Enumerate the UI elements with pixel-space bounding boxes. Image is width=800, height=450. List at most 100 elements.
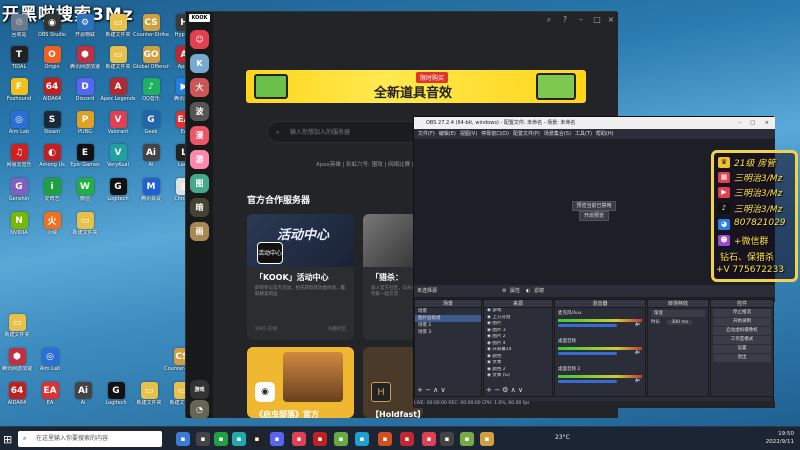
volume-slider[interactable]: [558, 352, 617, 355]
server-icon[interactable]: 漫: [190, 126, 209, 145]
desktop-icon[interactable]: ♲ 回收站: [2, 14, 36, 44]
filter-icon[interactable]: ◐: [526, 285, 530, 297]
minimize-icon[interactable]: –: [739, 117, 742, 129]
taskbar-app-icon[interactable]: ▪: [422, 432, 436, 446]
desktop-icon[interactable]: ♪ QQ音乐: [134, 78, 168, 108]
taskbar-search-input[interactable]: ⌕ 在这里输入你要搜索的内容: [18, 431, 162, 447]
taskbar-app-icon[interactable]: ▪: [214, 432, 228, 446]
desktop-icon[interactable]: Ai Ai: [66, 382, 100, 412]
desktop-icon[interactable]: G Logitech: [99, 382, 133, 412]
taskbar-app-icon[interactable]: ▪: [440, 432, 454, 446]
desktop-icon[interactable]: ▭ 新建文件夹: [0, 314, 34, 344]
taskbar-app-icon[interactable]: ▪: [400, 432, 414, 446]
desktop-icon[interactable]: ▭ 新建文件夹: [101, 46, 135, 76]
desktop-icon[interactable]: F Foxhound: [2, 78, 36, 108]
obs-menu-item[interactable]: 工具(T): [575, 131, 592, 137]
kook-home-icon[interactable]: ☺: [190, 30, 209, 49]
maximize-icon[interactable]: □: [591, 14, 603, 26]
desktop-icon[interactable]: ◐ Among Us: [35, 144, 69, 174]
obs-menu-item[interactable]: 视图(V): [460, 131, 477, 137]
speaker-icon[interactable]: 🔈: [635, 320, 642, 327]
transition-select[interactable]: 渐变: [651, 310, 705, 317]
system-tray-clock[interactable]: 19:50 2022/9/11: [766, 430, 794, 446]
desktop-icon[interactable]: G Genshin: [2, 178, 36, 208]
promo-banner[interactable]: 限时购买 全新道具音效: [246, 70, 586, 103]
volume-slider[interactable]: [558, 380, 617, 383]
popular-tags[interactable]: Apex英雄 | 彩虹六号: 围攻 | 网络比赛 | 追: [316, 160, 421, 168]
scene-item[interactable]: 场景 3: [415, 329, 481, 336]
desktop-icon[interactable]: CS Counter-Strike: [133, 14, 169, 44]
desktop-icon[interactable]: O Origin: [35, 46, 69, 76]
kook-games-button[interactable]: 游戏: [190, 380, 209, 399]
desktop-icon[interactable]: G Geek: [134, 111, 168, 141]
desktop-icon[interactable]: ⚙ 开源物联: [68, 14, 102, 44]
windows-start-icon[interactable]: ⊞: [3, 433, 12, 446]
taskbar-app-icon[interactable]: ▪: [313, 432, 327, 446]
control-button[interactable]: 停止推流: [713, 309, 771, 317]
taskbar-app-icon[interactable]: ▪: [460, 432, 474, 446]
obs-menu-item[interactable]: 场景集合(S): [544, 131, 571, 137]
obs-menu-item[interactable]: 停靠窗口(D): [481, 131, 509, 137]
add-scene-button[interactable]: + − ∧ ∨: [417, 386, 446, 394]
kook-user-avatar[interactable]: ◔: [190, 400, 209, 419]
obs-menu-item[interactable]: 配置文件(P): [513, 131, 540, 137]
taskbar-app-icon[interactable]: ▪: [270, 432, 284, 446]
server-icon[interactable]: 游: [190, 150, 209, 169]
desktop-icon[interactable]: ◎ Aim Lab: [33, 348, 67, 378]
desktop-icon[interactable]: 64 AIDA64: [0, 382, 34, 412]
control-button[interactable]: 开始录制: [713, 318, 771, 326]
source-item[interactable]: ◉ 文本 (G): [484, 373, 552, 380]
control-button[interactable]: 设置: [713, 345, 771, 353]
server-icon[interactable]: 画: [190, 222, 209, 241]
scene-item[interactable]: 场景: [415, 308, 481, 315]
desktop-icon[interactable]: N NVIDIA: [2, 212, 36, 242]
control-button[interactable]: 工作室模式: [713, 336, 771, 344]
desktop-icon[interactable]: ♫ 网易云音乐: [2, 144, 36, 174]
search-icon[interactable]: ⌕: [543, 14, 555, 26]
minimize-icon[interactable]: –: [575, 14, 587, 26]
maximize-icon[interactable]: □: [750, 117, 755, 129]
taskbar-app-icon[interactable]: ▪: [334, 432, 348, 446]
desktop-icon[interactable]: ▭ 新建文件夹: [101, 14, 135, 44]
server-icon[interactable]: K: [190, 54, 209, 73]
desktop-icon[interactable]: ▭ 新建文件夹: [132, 382, 166, 412]
server-card[interactable]: 活动中心 活动中心 「KOOK」活动中心 即刻参与官方活动，抢先获取新功能体验，…: [247, 214, 354, 340]
obs-menu-item[interactable]: 编辑(E): [439, 131, 456, 137]
taskbar-app-icon[interactable]: ▪: [355, 432, 369, 446]
desktop-icon[interactable]: Ai Ai: [134, 144, 168, 174]
taskbar-app-icon[interactable]: ▪: [250, 432, 264, 446]
add-source-button[interactable]: + − ⚙ ∧ ∨: [486, 386, 523, 394]
desktop-icon[interactable]: G Logitech: [101, 178, 135, 208]
server-icon[interactable]: 波: [190, 102, 209, 121]
desktop-icon[interactable]: 火火绒: [35, 212, 69, 242]
enable-preview-button[interactable]: 开启预览: [579, 211, 609, 221]
desktop-icon[interactable]: ▭ 新建文件夹: [68, 212, 102, 242]
desktop-icon[interactable]: ⬢ 腾讯网游加速: [0, 348, 34, 378]
desktop-icon[interactable]: D Discord: [68, 78, 102, 108]
desktop-icon[interactable]: T TIDAL: [2, 46, 36, 76]
taskbar-app-icon[interactable]: ▪: [480, 432, 494, 446]
duration-input[interactable]: 300 ms: [667, 320, 693, 325]
close-icon[interactable]: ×: [605, 14, 617, 26]
desktop-icon[interactable]: ⬢ 腾讯网游加速: [68, 46, 102, 76]
taskbar-app-icon[interactable]: ▪: [378, 432, 392, 446]
speaker-icon[interactable]: 🔈: [635, 376, 642, 383]
gear-icon[interactable]: ⚙: [502, 285, 506, 297]
server-icon[interactable]: 暗: [190, 198, 209, 217]
server-icon[interactable]: 大: [190, 78, 209, 97]
desktop-icon[interactable]: 64 AIDA64: [35, 78, 69, 108]
control-button[interactable]: 退出: [713, 354, 771, 362]
volume-slider[interactable]: [558, 324, 617, 327]
taskbar-app-icon[interactable]: ▪: [176, 432, 190, 446]
desktop-icon[interactable]: GOGlobal Offensive: [133, 46, 169, 76]
desktop-icon[interactable]: V Valorant: [101, 111, 135, 141]
desktop-icon[interactable]: ◎ Aim Lab: [2, 111, 36, 141]
close-icon[interactable]: ×: [765, 117, 769, 129]
desktop-icon[interactable]: V VeryKuai: [101, 144, 135, 174]
obs-menu-item[interactable]: 帮助(H): [596, 131, 614, 137]
desktop-icon[interactable]: W 微信: [68, 178, 102, 208]
desktop-icon[interactable]: ◉ OBS Studio: [35, 14, 69, 44]
taskbar-app-icon[interactable]: ▪: [292, 432, 306, 446]
scene-item[interactable]: 图片层级组: [415, 315, 481, 322]
desktop-icon[interactable]: i 爱奇艺: [35, 178, 69, 208]
